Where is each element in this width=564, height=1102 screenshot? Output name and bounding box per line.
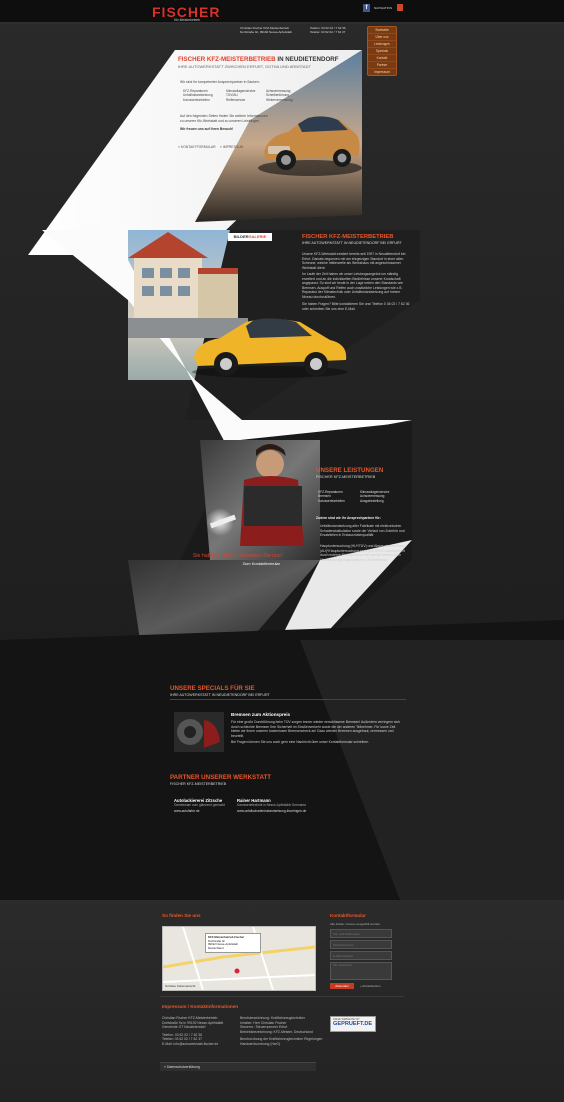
send-button[interactable]: Absenden	[330, 983, 354, 989]
impressum-right: Berufsbezeichnung: Kraftfahrzeugtechnike…	[240, 1016, 326, 1047]
section2-subtitle: IHRE AUTOWERKSTATT IN NEUDIETENDORF BEI …	[302, 241, 402, 245]
phone-field[interactable]	[330, 940, 392, 949]
section5-title: PARTNER UNSERER WERKSTATT	[170, 774, 272, 781]
contact-form-title: Kontaktformular	[330, 913, 366, 918]
header-contact: Telefon: 03 62 02 / 7 62 36 Telefax: 03 …	[310, 26, 360, 34]
privacy-link[interactable]: » Datenschutzerklärung	[160, 1063, 316, 1071]
yellow-car-image	[192, 318, 348, 378]
section4-subtitle: IHRE AUTOWERKSTATT IN NEUDIETENDORF BEI …	[170, 693, 270, 697]
reset-link[interactable]: » Zurücksetzen	[360, 983, 390, 989]
section1-intro: Wir sind Ihr kompetenter Ansprechpartner…	[180, 80, 260, 84]
geprueft-badge[interactable]: DIESE WEBSEITE IST GEPRUEFT.DE	[330, 1016, 376, 1032]
service-item: Wintervermessung	[266, 97, 293, 102]
name-field[interactable]	[330, 929, 392, 938]
services-col-2: Klimaanlagenservice TÜV/AU Reifenservice	[226, 89, 266, 102]
section3-extra-2: Hauptuntersuchung (HU*/TÜV) und Abgasunt…	[320, 544, 405, 562]
section2-paragraph-2: Im Laufe der Zeit haben wir unser Leistu…	[302, 272, 403, 299]
partner-card: Autolackiererei Zitzsche Gemeinsam zum g…	[174, 798, 234, 813]
nav-item-ueber-uns[interactable]: Über uns	[368, 34, 396, 41]
leistung-item: Ausgabestellung	[360, 498, 384, 503]
navigation-toggle-icon[interactable]	[397, 4, 403, 11]
section1-closing: Wir freuen uns auf Ihren Besuch!	[180, 127, 234, 131]
offer-text: Für eine große Durchführung beim TÜV sor…	[231, 720, 400, 738]
impressum-title: Impressum / Kontaktinformationen	[162, 1004, 239, 1009]
nav-item-impressum[interactable]: Impressum	[368, 69, 396, 75]
kontaktformular-link[interactable]: » KONTAKTFORMULAR	[178, 145, 216, 150]
section3-extra-title: Zudem sind wir Ihr Ansprechpartner für:	[316, 516, 381, 520]
email-field[interactable]	[330, 951, 392, 960]
section1-subtitle: IHRE AUTOWERKSTATT ZWISCHEN ERFURT, GOTH…	[178, 64, 311, 69]
footer-divider	[160, 996, 404, 997]
section4-title: UNSERE SPECIALS FÜR SIE	[170, 685, 255, 692]
leistung-item: Karosseriearbeiten	[318, 498, 345, 503]
impressum-link[interactable]: » IMPRESSUM	[220, 145, 243, 150]
company-street: Dorfstraße 9c, 99192 Nesse-Apfelstädt	[240, 30, 292, 35]
larger-map-link[interactable]: Größere Kartenansicht	[165, 984, 195, 988]
service-item: Reifenservice	[226, 97, 246, 102]
service-item: Karosseriearbeiten	[183, 97, 210, 102]
fax-number: Telefax: 03 62 02 / 7 62 37	[310, 30, 346, 35]
brakes-offer-image	[174, 712, 224, 752]
impressum-left: Christian Fischer KFZ-Meisterbetrieb Dor…	[162, 1016, 242, 1047]
gallery-label-b: GALERIE	[248, 234, 267, 239]
section4-underline	[170, 699, 406, 700]
section3-extra-1: Unfallinstandsetzung aller Fabrikate mit…	[320, 524, 405, 538]
section1-text: Auf den folgenden Seiten finden Sie weit…	[180, 114, 268, 123]
section5-subtitle: FISCHER KFZ-MEISTERBETRIEB	[170, 782, 227, 786]
badge-big-text: GEPRUEFT.DE	[333, 1021, 373, 1027]
navigation-label: NAVIGATION	[373, 6, 393, 10]
map-card-line: Deutschland	[208, 945, 224, 950]
section3-title: UNSERE LEISTUNGEN	[316, 467, 384, 474]
section2-paragraph-1: Unsere KFZ-Werkstatt existiert bereits s…	[302, 252, 406, 270]
nav-item-leistungen[interactable]: Leistungen	[368, 41, 396, 48]
nav-item-startseite[interactable]: Startseite	[368, 27, 396, 34]
hero-car-image	[258, 116, 362, 176]
nav-item-partner[interactable]: Partner	[368, 62, 396, 69]
partner-desc: Gemeinsam zum glänzend gemacht	[174, 803, 226, 807]
leistungen-col-2: Klimaanlagenservice Achsvermessung Ausga…	[360, 490, 410, 503]
contact-form-note: Alle Felder müssen ausgefüllt werden.	[330, 922, 381, 926]
header-address: Christian Fischer KFZ-Meisterbetrieb Dor…	[240, 26, 308, 34]
partner-link[interactable]: www.autofarbe.de	[174, 809, 234, 813]
offer-title: Bremsen zum Aktionspreis	[231, 712, 291, 717]
services-col-1: KFZ-Reparaturen Unfallinstandsetzung Kar…	[183, 89, 223, 102]
section1-title-rest: IN NEUDIETENDORF	[275, 56, 339, 63]
mechanic-image	[206, 444, 304, 546]
section1-heading: FISCHER KFZ-MEISTERBETRIEB IN NEUDIETEND…	[178, 56, 358, 63]
partner-desc: Karosserietechnik in Nesse-Apfelstädt Ge…	[237, 803, 306, 807]
services-col-3: Achsvermessung Scheibentönung Winterverm…	[266, 89, 306, 102]
map-embed[interactable]: KFZ-Meisterbetrieb Fischer Dorfstraße 9c…	[162, 926, 316, 991]
map-title: So finden Sie uns	[162, 913, 201, 918]
facebook-icon[interactable]: f	[363, 4, 370, 12]
message-field[interactable]	[330, 962, 392, 980]
section2-paragraph-3: Sie haben Fragen? Bitte kontaktieren Sie…	[302, 302, 410, 311]
gallery-label-a: BILDER	[233, 234, 249, 239]
impressum-line: E-Mail: info@autowerkstatt-fischer.de	[162, 1041, 219, 1046]
section3-subtitle: FISCHER KFZ-MEISTERBETRIEB	[316, 475, 376, 479]
nav-item-specials[interactable]: Specials	[368, 48, 396, 55]
offer-note: Bei Fragen können Sie uns auch gern eine…	[231, 740, 370, 744]
leistungen-col-1: KFZ-Reparaturen Bremsen Karosseriearbeit…	[318, 490, 358, 503]
partner-link[interactable]: www.unfallschadeninstandsetzung-thuering…	[237, 809, 321, 813]
privacy-bar[interactable]: » Datenschutzerklärung	[160, 1062, 316, 1071]
contact-cta-title: Sie haben Fragen? Schreiben Sie uns!	[192, 553, 282, 559]
section2-title: FISCHER KFZ-MEISTERBETRIEB	[302, 234, 394, 240]
partner-card: Rainer Hartmann Karosserietechnik in Nes…	[237, 798, 321, 813]
gallery-label[interactable]: BILDERGALERIE	[228, 233, 272, 241]
logo[interactable]: FISCHER Kfz-Meisterbetrieb	[152, 4, 222, 26]
nav-item-kontakt[interactable]: Kontakt	[368, 55, 396, 62]
section1-title-highlight: FISCHER KFZ-MEISTERBETRIEB	[178, 56, 276, 63]
navigation-menu: Startseite Über uns Leistungen Specials …	[367, 26, 397, 76]
impressum-line: Handwerksordnung (HwO)	[240, 1041, 281, 1046]
contact-cta-link[interactable]: Zum Kontaktformular	[196, 561, 280, 566]
map-info-card: KFZ-Meisterbetrieb Fischer Dorfstraße 9c…	[205, 933, 261, 954]
